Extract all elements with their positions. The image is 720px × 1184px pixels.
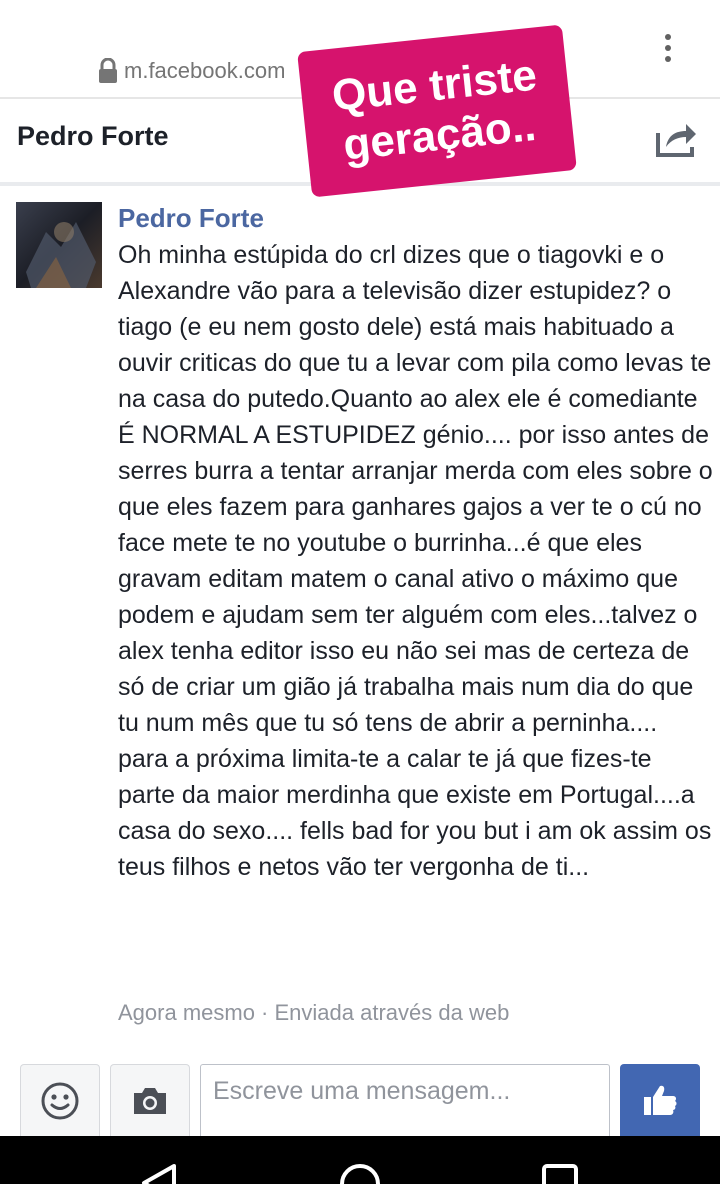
share-icon[interactable] (654, 119, 698, 159)
lock-icon (98, 58, 118, 84)
url-field[interactable]: m.facebook.com (98, 56, 285, 86)
android-nav-bar (0, 1136, 720, 1184)
avatar[interactable] (16, 202, 102, 288)
emoji-icon (41, 1082, 79, 1119)
text-sticker: Que triste geração.. (297, 24, 577, 198)
message-text: Oh minha estúpida do crl dizes que o tia… (118, 241, 713, 881)
camera-button[interactable] (110, 1064, 190, 1136)
more-vertical-icon[interactable] (654, 28, 682, 68)
message-input[interactable]: Escreve uma mensagem... (200, 1064, 610, 1136)
conversation-title: Pedro Forte (17, 121, 169, 151)
recents-square-icon[interactable] (540, 1162, 580, 1184)
thumbs-up-icon (644, 1085, 677, 1115)
message-composer: Escreve uma mensagem... (0, 1050, 720, 1136)
emoji-button[interactable] (20, 1064, 100, 1136)
home-circle-icon[interactable] (338, 1162, 382, 1184)
back-triangle-icon[interactable] (138, 1162, 180, 1184)
like-button[interactable] (620, 1064, 700, 1136)
url-text: m.facebook.com (124, 58, 286, 83)
sender-name[interactable]: Pedro Forte (118, 203, 264, 234)
message-meta: Agora mesmo · Enviada através da web (118, 1000, 510, 1025)
camera-icon (134, 1087, 166, 1114)
